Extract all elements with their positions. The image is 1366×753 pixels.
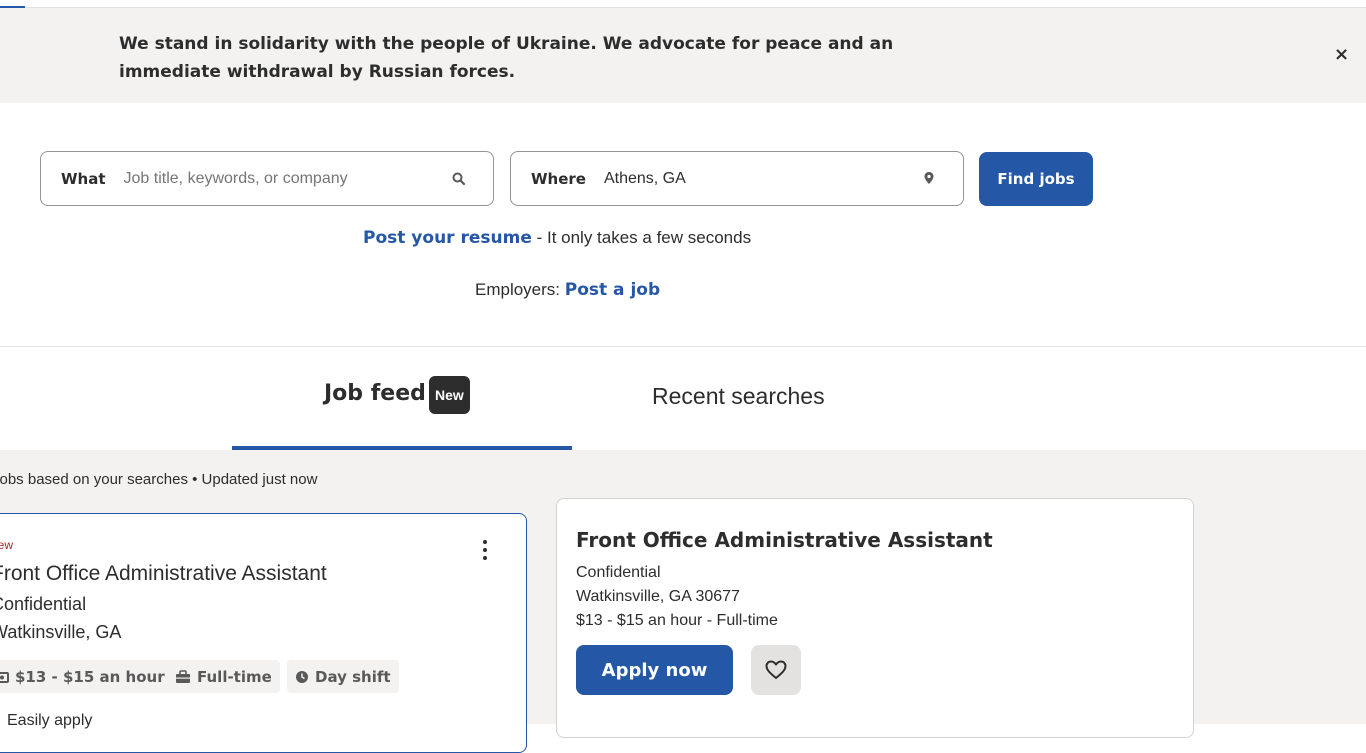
detail-title: Front Office Administrative Assistant bbox=[576, 528, 993, 552]
what-label: What bbox=[61, 169, 106, 188]
shift-chip-label: Day shift bbox=[315, 667, 391, 686]
detail-company[interactable]: Confidential bbox=[576, 564, 661, 582]
salary-chip-label: $13 - $15 an hour bbox=[15, 667, 165, 686]
save-job-button[interactable] bbox=[751, 645, 801, 695]
post-resume-line: Post your resume - It only takes a few s… bbox=[363, 228, 751, 248]
tab-job-feed[interactable]: Job feed New bbox=[232, 347, 572, 450]
feed-meta: Jobs based on your searches • Updated ju… bbox=[0, 471, 318, 488]
job-new-label: new bbox=[0, 538, 14, 552]
money-icon bbox=[0, 671, 9, 683]
close-icon[interactable]: × bbox=[1334, 44, 1349, 65]
briefcase-icon bbox=[176, 669, 190, 683]
job-detail-panel: Front Office Administrative Assistant Co… bbox=[556, 498, 1194, 738]
tab-recent-searches[interactable]: Recent searches bbox=[572, 347, 912, 450]
top-rule bbox=[0, 0, 1366, 8]
shift-chip: Day shift bbox=[287, 660, 399, 693]
banner-message: We stand in solidarity with the people o… bbox=[119, 34, 894, 82]
detail-pay: $13 - $15 an hour - Full-time bbox=[576, 612, 778, 629]
employers-line: Employers: Post a job bbox=[475, 280, 660, 300]
job-location: Watkinsville, GA bbox=[0, 622, 122, 642]
ukraine-banner: We stand in solidarity with the people o… bbox=[0, 8, 1366, 103]
where-label: Where bbox=[531, 169, 586, 188]
job-feed-area: Jobs based on your searches • Updated ju… bbox=[0, 450, 1366, 753]
clock-icon bbox=[296, 670, 308, 683]
job-type-chip-label: Full-time bbox=[197, 667, 272, 686]
top-rule-accent bbox=[0, 0, 25, 8]
where-search-box[interactable]: Where bbox=[510, 151, 964, 206]
apply-now-button[interactable]: Apply now bbox=[576, 645, 733, 695]
more-options-icon[interactable] bbox=[481, 540, 489, 564]
what-search-box[interactable]: What bbox=[40, 151, 494, 206]
tab-job-feed-label: Job feed bbox=[324, 381, 426, 406]
post-resume-link[interactable]: Post your resume bbox=[363, 228, 532, 248]
search-icon[interactable] bbox=[451, 170, 467, 188]
detail-location: Watkinsville, GA 30677 bbox=[576, 588, 740, 605]
job-company: Confidential bbox=[0, 594, 87, 614]
where-input[interactable] bbox=[603, 169, 894, 188]
easily-apply-label: Easily apply bbox=[7, 712, 93, 729]
what-input[interactable] bbox=[123, 169, 414, 188]
heart-icon bbox=[765, 660, 787, 679]
job-type-chip: Full-time bbox=[167, 660, 280, 693]
location-pin-icon bbox=[924, 172, 934, 184]
post-resume-suffix: - It only takes a few seconds bbox=[531, 228, 752, 247]
employers-prefix: Employers: bbox=[475, 280, 565, 299]
post-job-link[interactable]: Post a job bbox=[565, 280, 660, 300]
job-card[interactable]: new Front Office Administrative Assistan… bbox=[0, 513, 527, 753]
tab-recent-searches-label: Recent searches bbox=[652, 383, 825, 409]
find-jobs-button[interactable]: Find jobs bbox=[979, 152, 1093, 206]
salary-chip: $13 - $15 an hour bbox=[0, 660, 173, 693]
new-badge: New bbox=[429, 376, 470, 414]
job-title[interactable]: Front Office Administrative Assistant bbox=[0, 562, 327, 586]
